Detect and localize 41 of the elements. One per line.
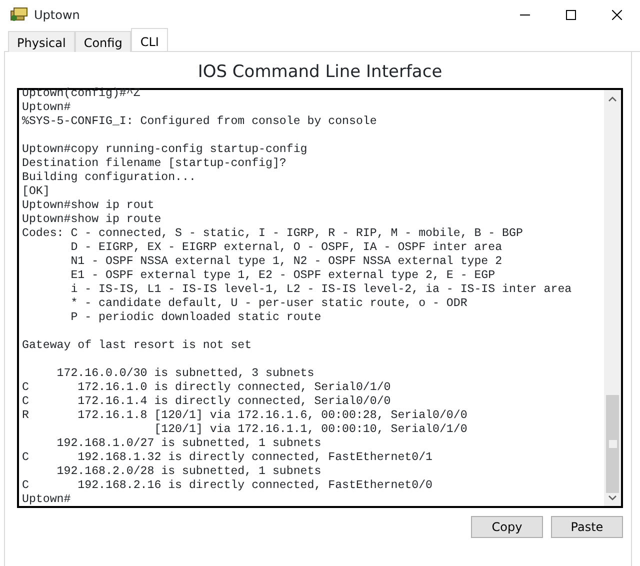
- scroll-down-icon[interactable]: [608, 495, 617, 501]
- console-line: E1 - OSPF external type 1, E2 - OSPF external type 2, E - EGP: [70, 269, 496, 283]
- panel-heading: IOS Command Line Interface: [196, 61, 444, 84]
- console-line: C 172.16.1.4 is directly connected, Serial0/0/0: [22, 395, 392, 409]
- scrollbar[interactable]: [604, 90, 621, 506]
- console-line: C 192.168.2.16 is directly connected, FastEthernet0/0: [22, 479, 434, 493]
- console-line: N1 - OSPF NSSA external type 1, N2 - OSPF NSSA external type 2: [70, 255, 504, 269]
- console-line: Uptown#show ip rout: [22, 199, 156, 213]
- console-line: 172.16.0.0/30 is subnetted, 3 subnets: [56, 367, 316, 381]
- action-button[interactable]: Copy: [471, 516, 543, 538]
- console-line: Uptown#show ip route: [22, 213, 162, 227]
- console-line: P - periodic downloaded static route: [70, 311, 322, 325]
- console-line: Uptown#copy running-config startup-config: [22, 143, 308, 157]
- maximize-icon[interactable]: [566, 10, 576, 20]
- scroll-up-icon[interactable]: [608, 96, 617, 102]
- console-line: 192.168.1.0/27 is subnetted, 1 subnets: [56, 437, 322, 451]
- app-icon: [10, 7, 28, 23]
- console-line: Uptown#: [22, 493, 72, 506]
- console-line: Codes: C - connected, S - static, I - IGRP, R - RIP, M - mobile, B - BGP: [22, 227, 524, 241]
- tab[interactable]: Physical: [8, 31, 75, 52]
- console-line: R 172.16.1.8 [120/1] via 172.16.1.6, 00:00:28, Serial0/0/0: [22, 409, 468, 423]
- console-line: i - IS-IS, L1 - IS-IS level-1, L2 - IS-IS level-2, ia - IS-IS inter area: [70, 283, 573, 297]
- console-line: Gateway of last resort is not set: [22, 339, 253, 353]
- console-line: Uptown#: [22, 101, 72, 115]
- console-line: C 192.168.1.32 is directly connected, FastEthernet0/1: [22, 451, 434, 465]
- close-icon[interactable]: [612, 10, 622, 20]
- console-line: %SYS-5-CONFIG_I: Configured from console by console: [22, 115, 378, 129]
- console-line: D - EIGRP, EX - EIGRP external, O - OSPF, IA - OSPF inter area: [70, 241, 504, 255]
- console-line: Uptown(config)#^Z: [22, 87, 142, 101]
- scroll-thumb[interactable]: [606, 395, 619, 493]
- console-line: [120/1] via 172.16.1.1, 00:00:10, Serial0/1/0: [153, 423, 468, 437]
- console-line: C 172.16.1.0 is directly connected, Serial0/1/0: [22, 381, 392, 395]
- console-line: * - candidate default, U - per-user static route, o - ODR: [70, 297, 468, 311]
- tab[interactable]: Config: [74, 31, 132, 52]
- console-line: Destination filename [startup-config]?: [22, 157, 288, 171]
- console-line: [OK]: [22, 185, 51, 199]
- action-button[interactable]: Paste: [551, 516, 623, 538]
- tab[interactable]: CLI: [131, 28, 168, 51]
- console-line: Building configuration...: [22, 171, 197, 185]
- console-line: 192.168.2.0/28 is subnetted, 1 subnets: [56, 465, 322, 479]
- window-title: Uptown: [34, 7, 80, 24]
